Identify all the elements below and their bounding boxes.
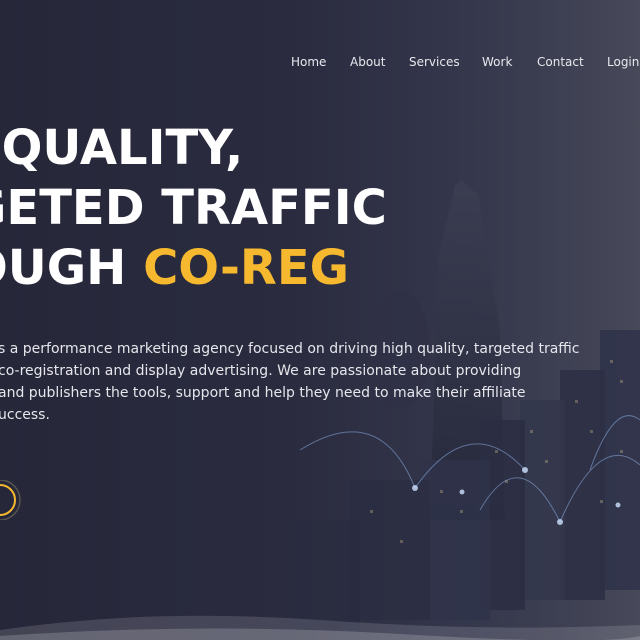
nav-home-link[interactable]: Home <box>291 55 326 69</box>
description-line-4: uccess. <box>0 407 50 423</box>
description-line-2: co-registration and display advertising.… <box>0 363 522 379</box>
headline-line-3: OUGH CO-REG <box>0 238 387 298</box>
headline-line-1: I QUALITY, <box>0 120 244 176</box>
description-line-3: and publishers the tools, support and he… <box>0 385 526 401</box>
headline-accent-text: CO-REG <box>143 240 350 296</box>
nav-contact-link[interactable]: Contact <box>537 55 584 69</box>
main-navigation: Home About Services Work Contact Login <box>0 55 640 73</box>
hero-description: s a performance marketing agency focused… <box>0 338 580 426</box>
headline-line-2: GETED TRAFFIC <box>0 180 387 236</box>
nav-services-link[interactable]: Services <box>409 55 460 69</box>
headline-line-3-text: OUGH <box>0 240 127 296</box>
hero-headline: I QUALITY, GETED TRAFFIC OUGH CO-REG <box>0 118 387 298</box>
bottom-wave-divider <box>0 615 640 640</box>
nav-about-link[interactable]: About <box>350 55 385 69</box>
description-line-1: s a performance marketing agency focused… <box>0 341 580 357</box>
nav-login-link[interactable]: Login <box>607 55 639 69</box>
play-circle-icon[interactable] <box>0 480 22 520</box>
nav-work-link[interactable]: Work <box>482 55 512 69</box>
hero-section: Home About Services Work Contact Login I… <box>0 0 640 640</box>
city-skyline-background <box>290 0 640 640</box>
